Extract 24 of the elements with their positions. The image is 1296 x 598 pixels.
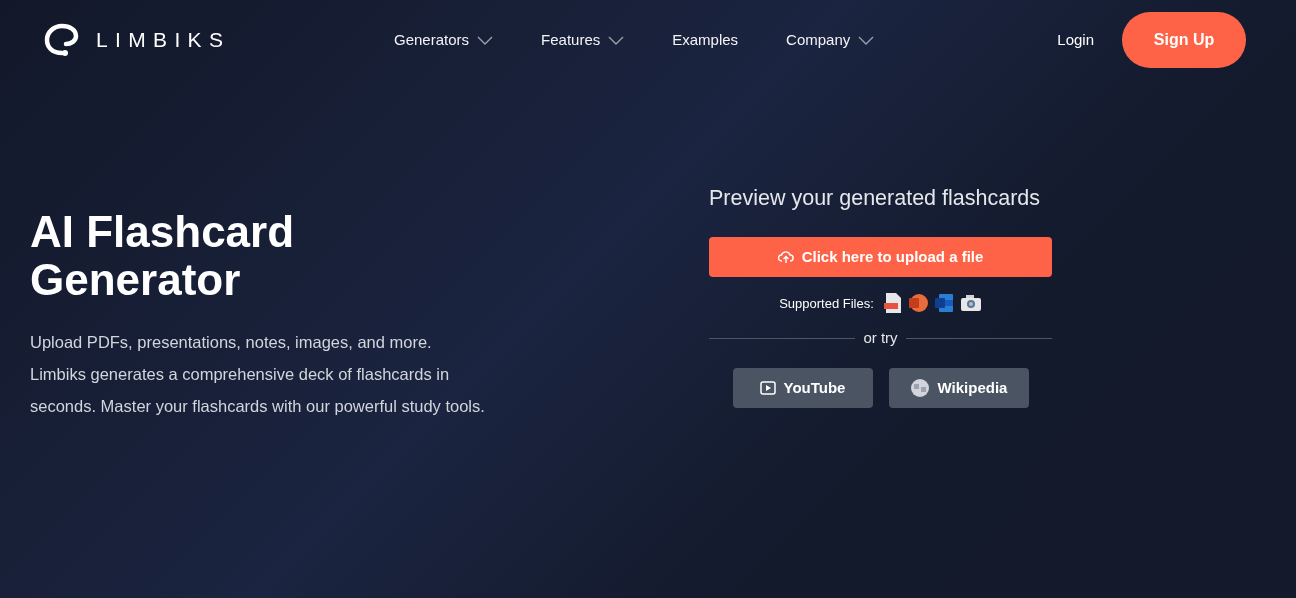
chevron-down-icon bbox=[858, 35, 875, 45]
supported-files-label: Supported Files: bbox=[779, 294, 874, 313]
login-link[interactable]: Login bbox=[1057, 28, 1094, 52]
chevron-down-icon bbox=[608, 35, 625, 45]
chevron-down-icon bbox=[477, 35, 494, 45]
source-button[interactable]: Wikipedia bbox=[888, 367, 1029, 408]
nav-link[interactable]: Features bbox=[541, 28, 625, 52]
play-icon bbox=[759, 380, 776, 395]
divider-text: or try bbox=[863, 328, 898, 349]
pdf-file-icon bbox=[883, 293, 902, 314]
logo-icon bbox=[44, 23, 80, 57]
hero-title: AI Flashcard Generator bbox=[30, 208, 296, 304]
camera-icon bbox=[959, 294, 982, 313]
hero-description: Upload PDFs, presentations, notes, images, and more. Limbiks generates a comprehensive deck of flashcards in seconds. Master your flashcards with our powerful study tools. bbox=[30, 332, 485, 417]
upload-cloud-icon bbox=[777, 250, 794, 265]
nav-link[interactable]: Company bbox=[786, 28, 875, 52]
presentation-file-icon bbox=[907, 293, 928, 314]
document-file-icon bbox=[933, 293, 954, 314]
nav-link[interactable]: Generators bbox=[394, 28, 494, 52]
source-button[interactable]: YouTube bbox=[732, 367, 873, 408]
upload-heading: Preview your generated flashcards bbox=[709, 185, 1041, 212]
nav-link[interactable]: Examples bbox=[672, 28, 739, 52]
logo-text: LIMBIKS bbox=[96, 27, 231, 54]
globe-icon bbox=[909, 377, 930, 398]
